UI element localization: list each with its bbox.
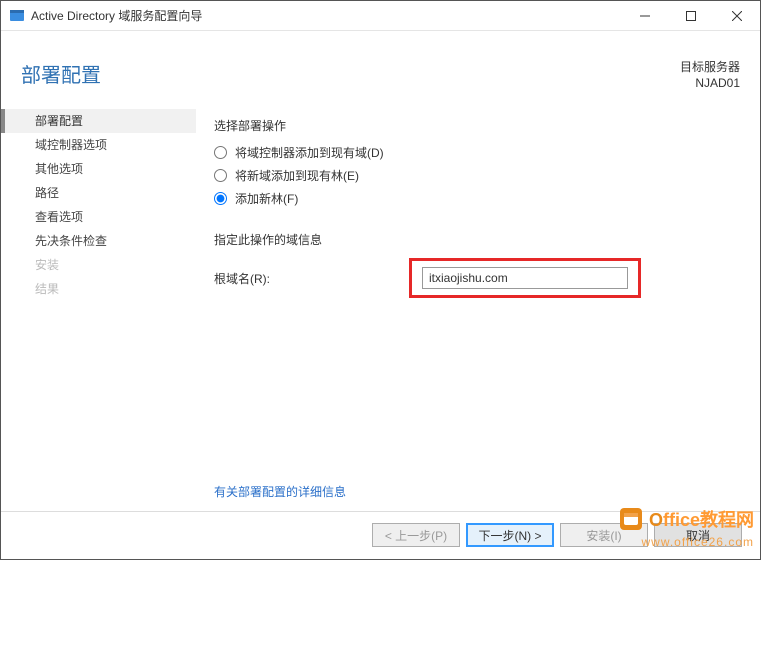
root-domain-row: 根域名(R):	[214, 258, 740, 298]
root-domain-highlight	[409, 258, 641, 298]
minimize-button[interactable]	[622, 1, 668, 31]
root-domain-input[interactable]	[422, 267, 628, 289]
radio-add-dc-existing-domain[interactable]: 将域控制器添加到现有域(D)	[214, 144, 740, 161]
radio-add-domain-existing-forest[interactable]: 将新域添加到现有林(E)	[214, 167, 740, 184]
radio-input[interactable]	[214, 192, 227, 205]
sidebar-item-results: 结果	[1, 277, 196, 301]
app-icon	[9, 8, 25, 24]
content: 选择部署操作 将域控制器添加到现有域(D) 将新域添加到现有林(E) 添加新林(…	[196, 99, 760, 479]
maximize-button[interactable]	[668, 1, 714, 31]
target-server-label: 目标服务器	[680, 59, 740, 75]
more-info-link[interactable]: 有关部署配置的详细信息	[214, 483, 346, 657]
target-server-value: NJAD01	[680, 75, 740, 91]
window-controls	[622, 1, 760, 31]
close-button[interactable]	[714, 1, 760, 31]
sidebar-item-other-options[interactable]: 其他选项	[1, 157, 196, 181]
window-title: Active Directory 域服务配置向导	[31, 7, 202, 24]
domain-info-label: 指定此操作的域信息	[214, 231, 740, 248]
radio-input[interactable]	[214, 146, 227, 159]
sidebar-item-label: 安装	[35, 258, 59, 272]
page-title: 部署配置	[21, 59, 680, 88]
sidebar-item-label: 结果	[35, 282, 59, 296]
sidebar-item-label: 路径	[35, 186, 59, 200]
sidebar-item-label: 先决条件检查	[35, 234, 107, 248]
radio-label: 添加新林(F)	[235, 190, 298, 207]
sidebar-item-install: 安装	[1, 253, 196, 277]
sidebar-item-label: 部署配置	[35, 114, 83, 128]
target-server-block: 目标服务器 NJAD01	[680, 59, 740, 91]
select-operation-label: 选择部署操作	[214, 117, 740, 134]
install-button: 安装(I)	[560, 523, 648, 547]
main-area: 部署配置 域控制器选项 其他选项 路径 查看选项 先决条件检查 安装 结果 选择…	[1, 99, 760, 479]
sidebar-item-paths[interactable]: 路径	[1, 181, 196, 205]
sidebar-item-deploy-config[interactable]: 部署配置	[1, 109, 196, 133]
sidebar-item-prereq[interactable]: 先决条件检查	[1, 229, 196, 253]
cancel-button[interactable]: 取消	[654, 523, 742, 547]
root-domain-label: 根域名(R):	[214, 270, 409, 287]
header: 部署配置 目标服务器 NJAD01	[1, 31, 760, 99]
button-row: < 上一步(P) 下一步(N) > 安装(I) 取消	[372, 523, 742, 547]
next-button[interactable]: 下一步(N) >	[466, 523, 554, 547]
radio-input[interactable]	[214, 169, 227, 182]
footer-separator	[1, 511, 760, 512]
radio-label: 将新域添加到现有林(E)	[235, 167, 359, 184]
sidebar: 部署配置 域控制器选项 其他选项 路径 查看选项 先决条件检查 安装 结果	[1, 99, 196, 479]
sidebar-item-label: 查看选项	[35, 210, 83, 224]
sidebar-item-label: 域控制器选项	[35, 138, 107, 152]
sidebar-item-label: 其他选项	[35, 162, 83, 176]
prev-button: < 上一步(P)	[372, 523, 460, 547]
sidebar-item-review[interactable]: 查看选项	[1, 205, 196, 229]
sidebar-item-dc-options[interactable]: 域控制器选项	[1, 133, 196, 157]
radio-add-new-forest[interactable]: 添加新林(F)	[214, 190, 740, 207]
domain-info-section: 指定此操作的域信息 根域名(R):	[214, 231, 740, 298]
titlebar: Active Directory 域服务配置向导	[1, 1, 760, 31]
radio-label: 将域控制器添加到现有域(D)	[235, 144, 384, 161]
